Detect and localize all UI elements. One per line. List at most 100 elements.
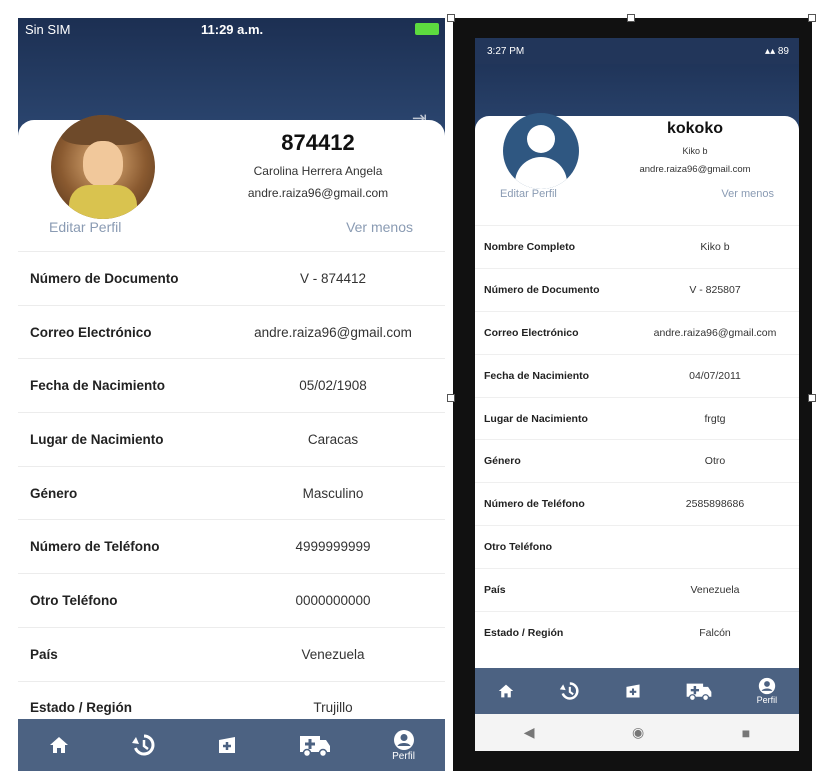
field-value: frgtg	[704, 412, 726, 425]
field-label: Fecha de Nacimiento	[484, 369, 590, 382]
field-row: Fecha de Nacimiento 05/02/1908	[18, 358, 445, 412]
field-label: Número de Documento	[30, 270, 179, 286]
edit-profile-link[interactable]: Editar Perfil	[500, 188, 557, 200]
field-label: Nombre Completo	[484, 240, 576, 253]
field-label: Correo Electrónico	[30, 324, 152, 340]
nav-profile[interactable]: Perfil	[756, 677, 778, 705]
wifi-icon: ▴▴	[765, 46, 778, 57]
user-icon	[758, 677, 776, 695]
field-value: andre.raiza96@gmail.com	[254, 324, 412, 340]
user-name: Carolina Herrera Angela	[253, 164, 383, 178]
field-label: Número de Documento	[484, 283, 600, 296]
status-bar: Sin SIM 11:29 a.m.	[18, 18, 445, 40]
field-label: Fecha de Nacimiento	[30, 378, 166, 394]
field-value: Masculino	[302, 485, 364, 501]
field-value: Falcón	[699, 626, 731, 639]
field-value: 05/02/1908	[299, 378, 367, 394]
ios-screen: Sin SIM 11:29 a.m. ⇥ 874412 Carolina Her…	[18, 18, 445, 771]
field-label: Número de Teléfono	[30, 539, 160, 555]
ambulance-icon	[686, 683, 712, 702]
field-label: Género	[484, 455, 521, 468]
profile-card: kokoko Kiko b andre.raiza96@gmail.com Ed…	[475, 113, 799, 672]
field-value: 4999999999	[295, 539, 371, 555]
signal-battery: ▴▴ 89	[765, 46, 789, 57]
field-value: Otro	[704, 455, 726, 468]
nav-add-record[interactable]	[624, 682, 642, 700]
see-less-link[interactable]: Ver menos	[346, 219, 413, 235]
user-name: Kiko b	[682, 146, 708, 156]
bottom-nav: Perfil	[18, 719, 445, 771]
home-icon	[498, 684, 513, 698]
field-value: Venezuela	[301, 646, 365, 662]
system-nav-bar: ◀ ◉ ■	[475, 714, 799, 751]
field-label: País	[484, 584, 506, 597]
user-email: andre.raiza96@gmail.com	[247, 186, 389, 200]
add-record-icon	[219, 737, 236, 753]
home-icon	[50, 737, 69, 753]
avatar-body	[515, 157, 567, 189]
history-icon	[560, 682, 579, 700]
back-icon[interactable]: ◀	[524, 724, 535, 741]
nav-profile[interactable]: Perfil	[392, 729, 415, 762]
status-bar: 3:27 PM ▴▴ 89	[475, 38, 799, 64]
battery-icon	[415, 23, 439, 35]
nav-history[interactable]	[130, 733, 156, 757]
field-label: País	[30, 646, 58, 662]
user-id: kokoko	[666, 120, 723, 137]
field-label: Lugar de Nacimiento	[484, 412, 588, 425]
ambulance-icon	[300, 736, 331, 758]
field-label: Otro Teléfono	[484, 541, 553, 554]
canvas: Sin SIM 11:29 a.m. ⇥ 874412 Carolina Her…	[0, 0, 818, 771]
nav-home[interactable]	[497, 683, 515, 699]
profile-fields: Nombre Completo Kiko b Número de Document…	[475, 225, 799, 654]
recents-icon[interactable]: ■	[742, 725, 750, 741]
resize-handle[interactable]	[447, 14, 455, 22]
field-row: Género Masculino	[18, 465, 445, 520]
field-value: Caracas	[307, 431, 359, 447]
avatar[interactable]	[503, 113, 579, 189]
nav-ambulance[interactable]	[685, 680, 713, 702]
user-email: andre.raiza96@gmail.com	[639, 164, 751, 175]
field-row: Número de Documento V - 825807	[475, 267, 799, 311]
user-id: 874412	[281, 130, 355, 155]
carrier-label: Sin SIM	[25, 22, 71, 37]
resize-handle[interactable]	[447, 394, 455, 402]
field-value: Trujillo	[313, 700, 353, 716]
field-row: Estado / Región Falcón	[475, 611, 799, 654]
field-row: Lugar de Nacimiento Caracas	[18, 412, 445, 466]
nav-add-record[interactable]	[216, 734, 238, 756]
field-label: Otro Teléfono	[30, 592, 118, 608]
nav-home[interactable]	[48, 735, 70, 755]
avatar[interactable]	[51, 115, 155, 219]
nav-profile-label: Perfil	[756, 695, 778, 705]
home-circle-icon[interactable]: ◉	[632, 724, 644, 741]
see-less-link[interactable]: Ver menos	[721, 188, 774, 200]
add-record-icon	[626, 684, 640, 698]
profile-card: 874412 Carolina Herrera Angela andre.rai…	[18, 115, 445, 740]
bottom-nav: Perfil	[475, 668, 799, 714]
field-label: Género	[30, 485, 78, 501]
avatar-head	[527, 125, 555, 153]
resize-handle[interactable]	[627, 14, 635, 22]
field-label: Lugar de Nacimiento	[30, 431, 164, 447]
nav-history[interactable]	[558, 681, 580, 701]
field-value: Venezuela	[690, 584, 740, 597]
android-device: 3:27 PM ▴▴ 89 kokoko Kiko b andre.raiza9…	[453, 18, 812, 771]
field-label: Estado / Región	[484, 626, 564, 639]
clock: 3:27 PM	[487, 46, 525, 57]
field-label: Número de Teléfono	[484, 498, 585, 511]
field-row: Número de Teléfono 4999999999	[18, 519, 445, 573]
nav-ambulance[interactable]	[298, 732, 332, 758]
nav-profile-label: Perfil	[392, 750, 415, 762]
history-icon	[132, 734, 155, 756]
resize-handle[interactable]	[808, 394, 816, 402]
field-value: V - 825807	[689, 283, 741, 296]
clock: 11:29 a.m.	[201, 22, 264, 37]
field-label: Estado / Región	[30, 700, 133, 716]
edit-profile-link[interactable]: Editar Perfil	[49, 219, 121, 235]
field-row: Número de Documento V - 874412	[18, 251, 445, 305]
battery-level: 89	[777, 46, 789, 57]
profile-fields: Número de Documento V - 874412 Correo Ele…	[18, 251, 445, 734]
resize-handle[interactable]	[808, 14, 816, 22]
field-row: Fecha de Nacimiento 04/07/2011	[475, 353, 799, 397]
